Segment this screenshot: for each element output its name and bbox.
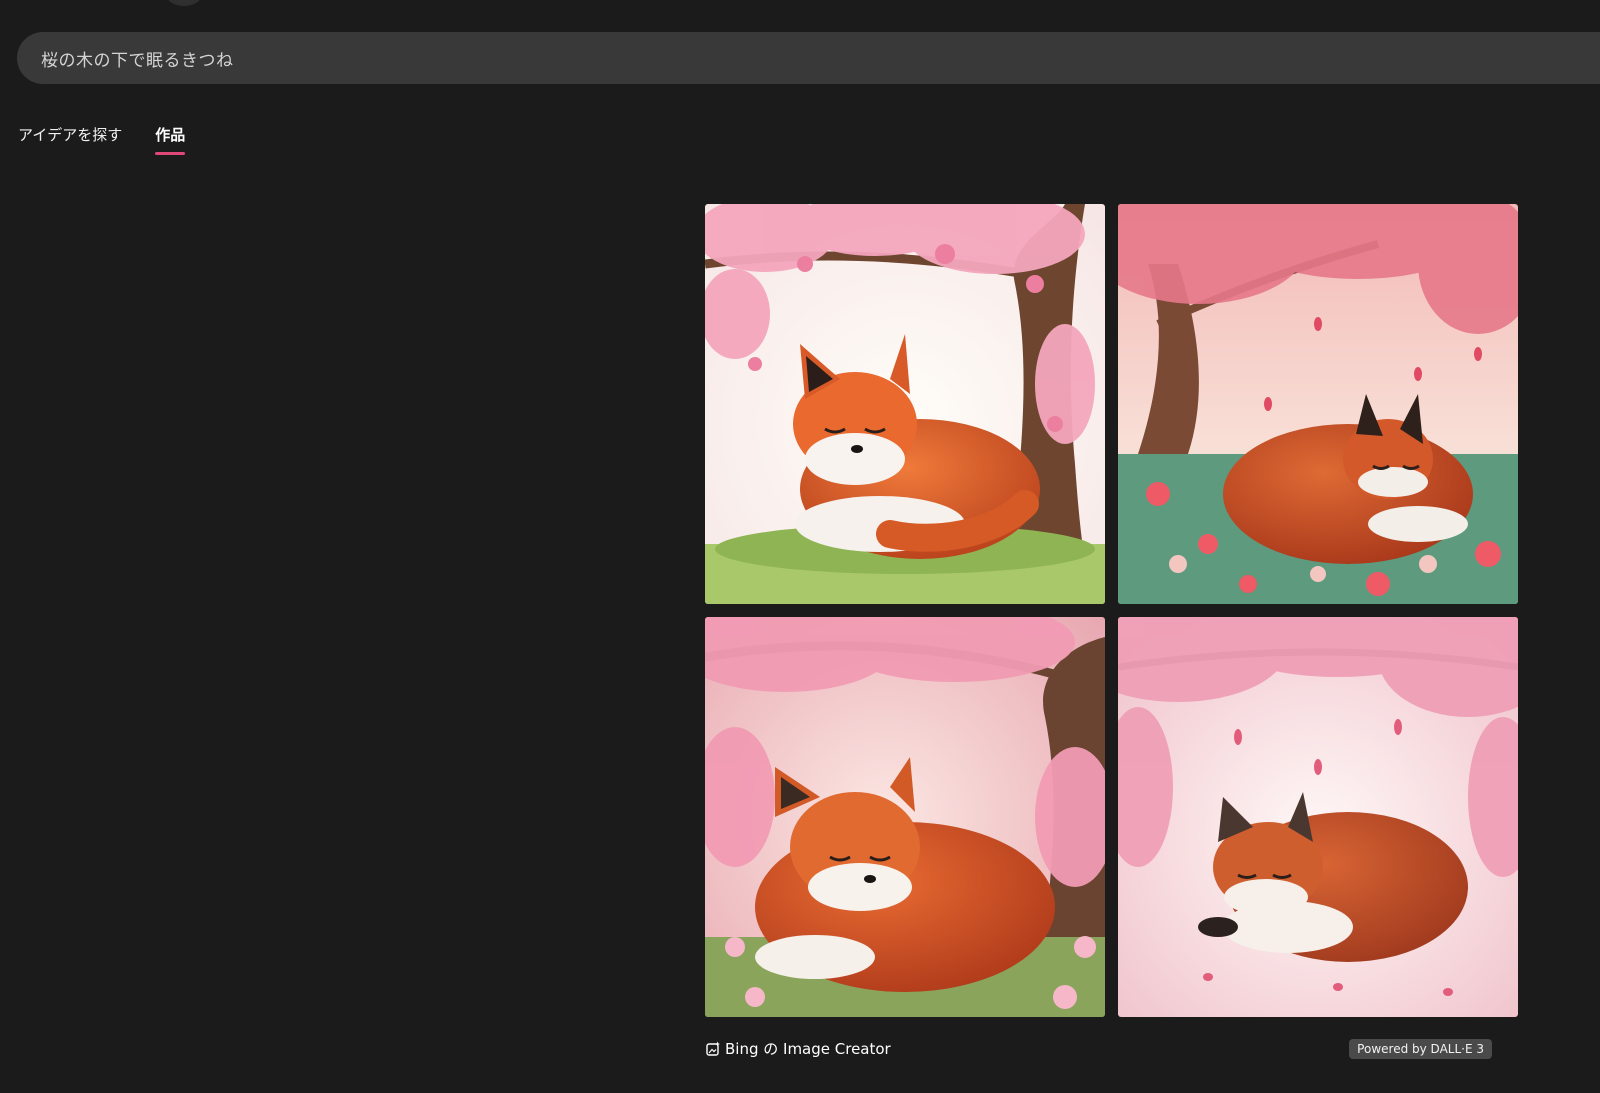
tab-explore-ideas[interactable]: アイデアを探す — [18, 124, 122, 155]
generated-image-2[interactable] — [1118, 204, 1518, 604]
image-creator-link[interactable]: Bing の Image Creator — [705, 1038, 891, 1059]
image-sparkle-icon — [705, 1041, 721, 1057]
image-footer: Bing の Image Creator Powered by DALL·E 3 — [705, 1038, 1505, 1059]
tab-creations[interactable]: 作品 — [155, 124, 186, 155]
powered-by-badge: Powered by DALL·E 3 — [1349, 1038, 1492, 1059]
fox-illustration-4 — [1118, 617, 1518, 1017]
tab-bar: アイデアを探す 作品 — [18, 124, 186, 155]
prompt-text: 桜の木の下で眠るきつね — [41, 50, 234, 71]
brand-label: Bing の Image Creator — [725, 1040, 891, 1058]
generated-image-3[interactable] — [705, 617, 1105, 1017]
fox-illustration-2 — [1118, 204, 1518, 604]
generated-image-1[interactable] — [705, 204, 1105, 604]
generated-image-4[interactable] — [1118, 617, 1518, 1017]
fox-illustration-3 — [705, 617, 1105, 1017]
profile-avatar[interactable] — [166, 0, 202, 6]
fox-illustration-1 — [705, 204, 1105, 604]
prompt-input[interactable]: 桜の木の下で眠るきつね — [17, 32, 1600, 84]
image-grid — [705, 204, 1518, 1017]
